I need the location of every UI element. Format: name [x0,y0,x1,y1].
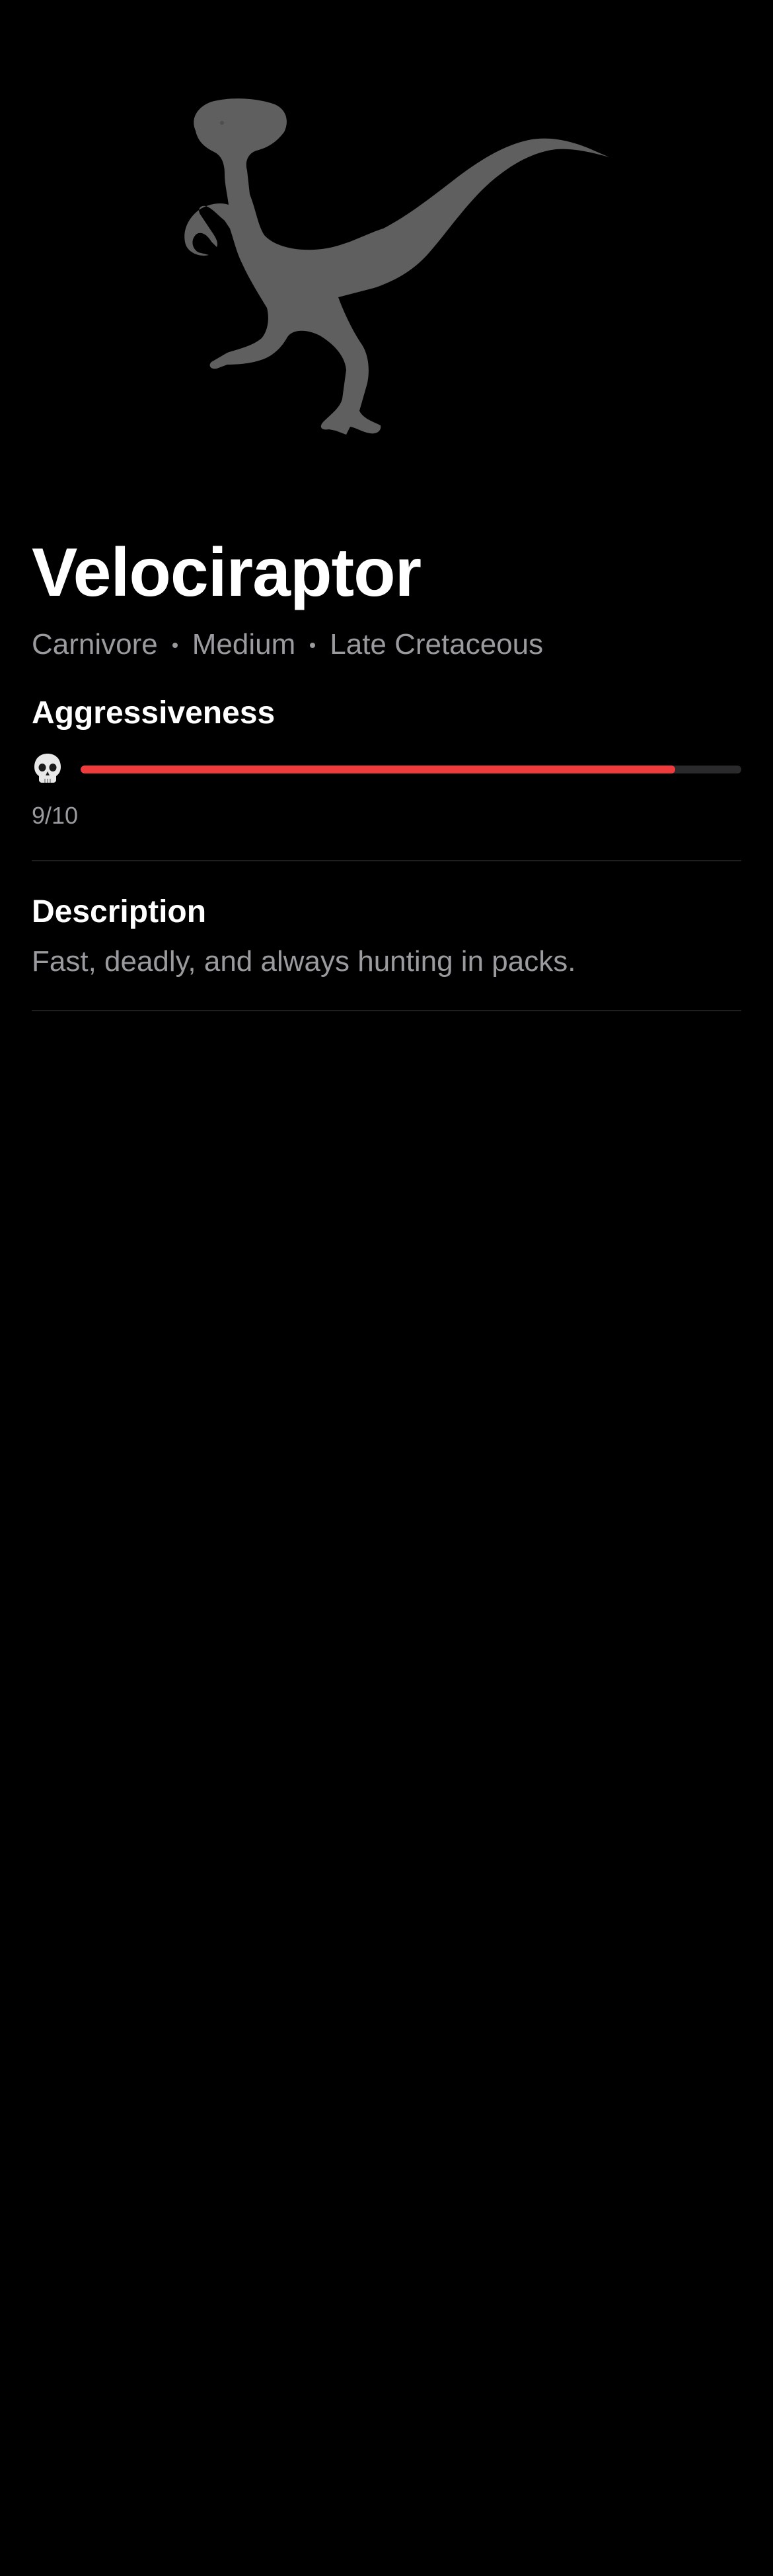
size-tag: Medium [192,628,296,661]
separator-dot [310,642,316,648]
description-heading: Description [32,894,207,929]
aggressiveness-track [81,765,741,773]
dinosaur-detail-screen: Velociraptor Carnivore Medium Late Creta… [0,0,773,2576]
separator-dot [172,642,178,648]
aggressiveness-score: 9/10 [32,801,79,829]
description-text: Fast, deadly, and always hunting in pack… [32,945,576,978]
aggressiveness-meter [32,751,741,788]
velociraptor-silhouette-icon [184,98,609,435]
dinosaur-name: Velociraptor [32,534,422,611]
divider [32,1009,741,1011]
dinosaur-tags: Carnivore Medium Late Cretaceous [32,627,741,662]
skull-icon [34,753,61,783]
diet-tag: Carnivore [32,628,158,661]
period-tag: Late Cretaceous [330,628,544,661]
detail-content: Velociraptor Carnivore Medium Late Creta… [32,535,741,1011]
aggressiveness-fill [81,765,675,773]
aggressiveness-heading: Aggressiveness [32,696,276,731]
hero-image [0,79,773,449]
divider [32,859,741,861]
